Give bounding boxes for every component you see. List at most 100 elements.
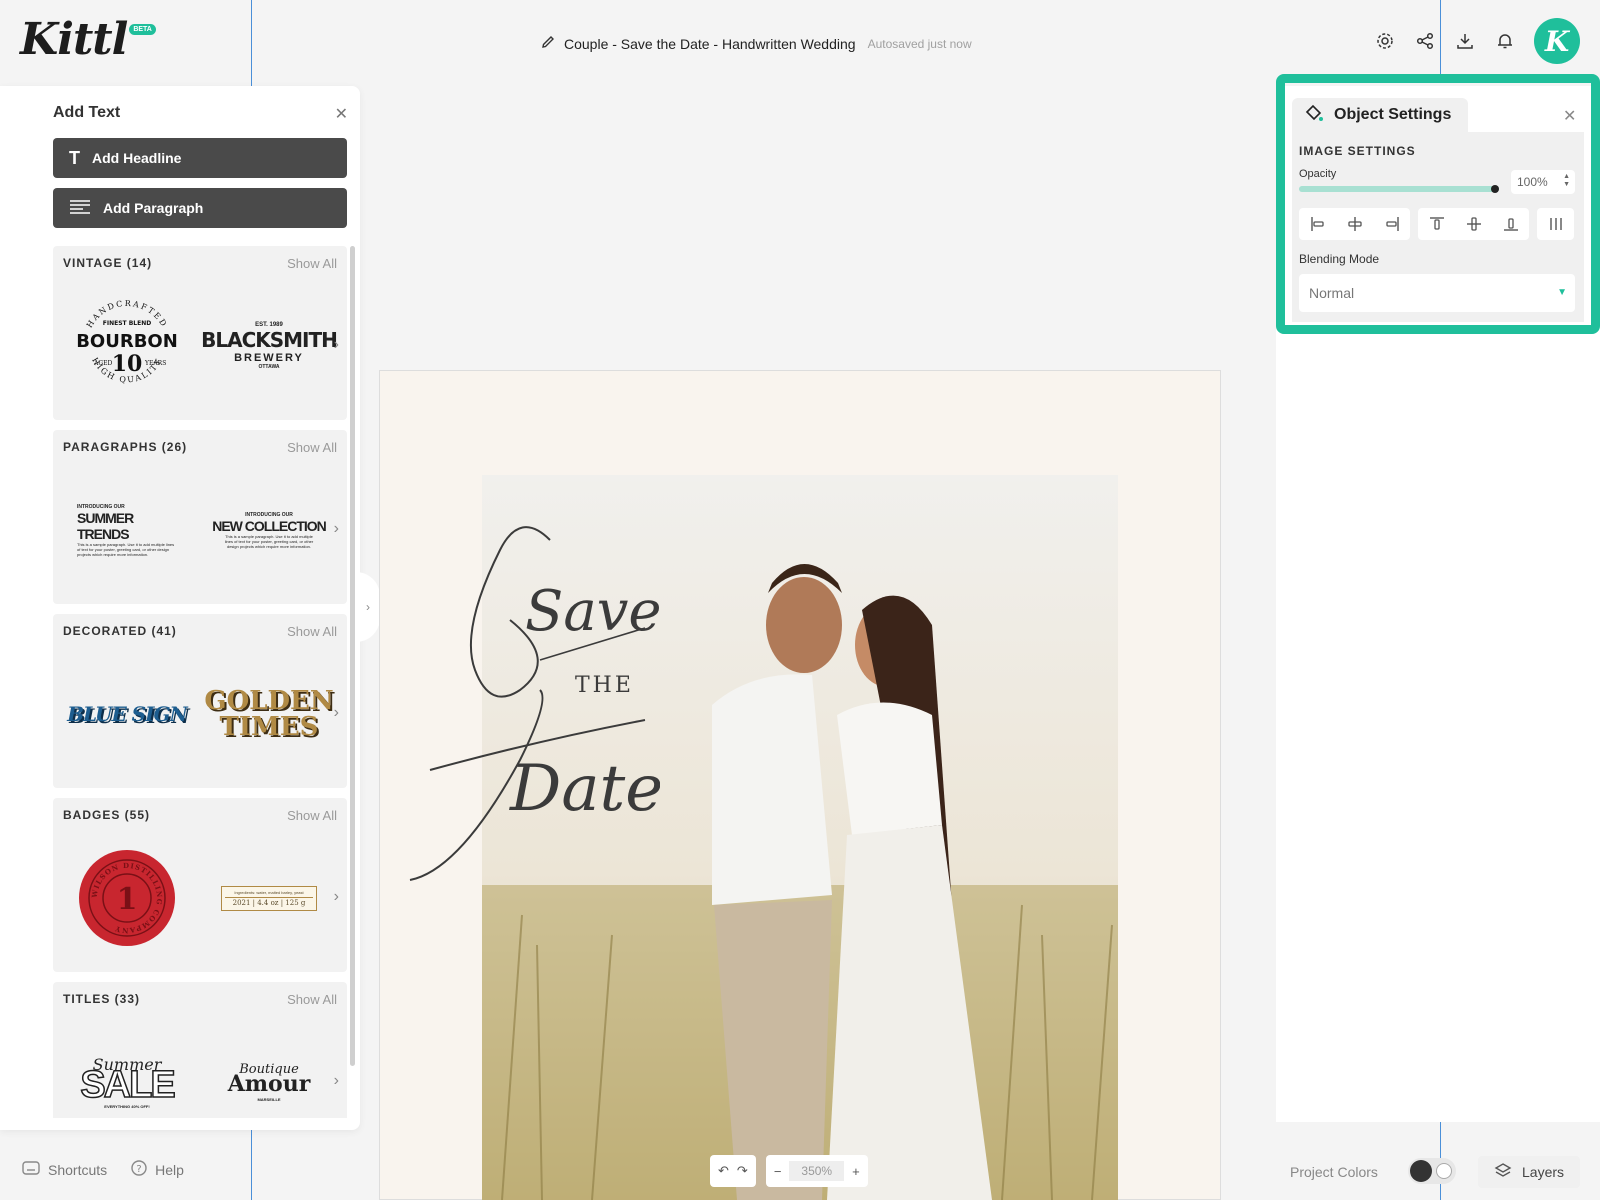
zoom-out-icon[interactable]: −	[774, 1164, 782, 1179]
add-paragraph-button[interactable]: Add Paragraph	[53, 188, 347, 228]
show-all-link[interactable]: Show All	[287, 256, 337, 271]
help-label: Help	[155, 1161, 184, 1178]
collapse-panel-tab[interactable]: ›	[356, 572, 380, 642]
category-badges: BADGES (55) Show All WILSON DISTILLING C…	[53, 798, 347, 972]
category-name: DECORATED (41)	[63, 624, 177, 638]
bottom-left-links: Shortcuts ? Help	[22, 1160, 184, 1179]
object-settings-highlight	[1276, 74, 1600, 334]
document-title-bar[interactable]: Couple - Save the Date - Handwritten Wed…	[540, 34, 972, 53]
chevron-right-icon: ›	[366, 600, 370, 614]
show-all-link[interactable]: Show All	[287, 992, 337, 1007]
autosave-status: Autosaved just now	[867, 36, 972, 51]
decorated-left-title: BLUE SIGN	[67, 702, 188, 726]
bell-icon[interactable]	[1494, 30, 1516, 52]
category-name: VINTAGE (14)	[63, 256, 153, 270]
category-vintage: VINTAGE (14) Show All HANDCRAFTED FINEST…	[53, 246, 347, 420]
badge-right-specs: 2021 | 4.4 oz | 125 g	[225, 896, 313, 907]
keyboard-icon	[22, 1161, 40, 1178]
category-name: PARAGRAPHS (26)	[63, 440, 188, 454]
kittl-logo[interactable]: Kittl BETA	[20, 18, 156, 62]
zoom-controls: ↶ ↷ − 350% +	[710, 1155, 868, 1187]
show-all-link[interactable]: Show All	[287, 440, 337, 455]
decorated-right-line2: TIMES	[219, 712, 319, 742]
shortcuts-label: Shortcuts	[48, 1161, 108, 1178]
guide-line-left	[251, 0, 252, 86]
save-the-date-script[interactable]: Save THE Date	[400, 520, 660, 890]
palette-icon	[1436, 1163, 1452, 1179]
show-all-link[interactable]: Show All	[287, 808, 337, 823]
template-preview[interactable]: BLUE SIGN	[67, 658, 188, 770]
para-right-title: NEW COLLECTION	[212, 517, 327, 534]
layers-icon	[1494, 1162, 1512, 1183]
label-badge-preview: Ingredients: water, malted barley, yeast…	[221, 885, 317, 911]
redo-icon[interactable]: ↷	[737, 1163, 748, 1179]
category-paragraphs: PARAGRAPHS (26) Show All INTRODUCING OUR…	[53, 430, 347, 604]
text-category-list[interactable]: VINTAGE (14) Show All HANDCRAFTED FINEST…	[53, 246, 347, 1118]
layers-label: Layers	[1522, 1164, 1565, 1180]
gear-icon[interactable]	[1374, 30, 1396, 52]
badge-left-number: 1	[117, 882, 138, 917]
template-preview[interactable]: WILSON DISTILLING COMPANY 1	[67, 842, 187, 954]
vintage-right-city: OTTAWA	[258, 364, 280, 370]
help-icon: ?	[131, 1160, 147, 1179]
show-all-link[interactable]: Show All	[287, 624, 337, 639]
toggle-knob	[1410, 1160, 1432, 1182]
guide-line-left-bottom	[251, 1130, 252, 1200]
para-right-body: This is a sample paragraph. Use it to ad…	[224, 533, 314, 549]
template-preview[interactable]: Boutique Amour MARSEILLE	[209, 1026, 329, 1118]
shortcuts-link[interactable]: Shortcuts	[22, 1160, 107, 1179]
titles-left-sub: EVERYTHING 40% OFF!	[104, 1104, 150, 1109]
category-name: BADGES (55)	[63, 808, 151, 822]
add-headline-label: Add Headline	[92, 150, 182, 166]
category-decorated: DECORATED (41) Show All BLUE SIGN GOLDEN…	[53, 614, 347, 788]
template-preview[interactable]: HANDCRAFTED FINEST BLEND BOURBON AGED 10…	[67, 290, 187, 402]
help-link[interactable]: ? Help	[131, 1160, 184, 1179]
history-group: ↶ ↷	[710, 1155, 756, 1187]
add-paragraph-label: Add Paragraph	[103, 200, 204, 216]
project-colors-label: Project Colors	[1290, 1164, 1378, 1180]
zoom-in-icon[interactable]: +	[852, 1164, 860, 1179]
category-titles: TITLES (33) Show All Summer SALE EVERYTH…	[53, 982, 347, 1118]
undo-icon[interactable]: ↶	[718, 1163, 729, 1179]
chevron-right-icon[interactable]: ›	[334, 520, 339, 538]
vintage-left-line3: BOURBON	[76, 331, 178, 352]
add-headline-button[interactable]: T Add Headline	[53, 138, 347, 178]
template-preview[interactable]: Ingredients: water, malted barley, yeast…	[209, 842, 329, 954]
chevron-right-icon[interactable]: ›	[334, 888, 339, 906]
vintage-left-line2: FINEST BLEND	[103, 320, 151, 327]
chevron-right-icon[interactable]: ›	[334, 704, 339, 722]
decorated-right-line1: GOLDEN	[204, 686, 334, 716]
chevron-right-icon[interactable]: ›	[334, 336, 339, 354]
panel-scrollbar[interactable]	[350, 246, 355, 1066]
project-colors-toggle[interactable]	[1408, 1158, 1456, 1184]
pencil-icon	[540, 34, 556, 53]
share-icon[interactable]	[1414, 30, 1436, 52]
paragraph-lines-icon	[69, 199, 91, 218]
beta-badge: BETA	[129, 24, 156, 35]
layers-button[interactable]: Layers	[1478, 1156, 1580, 1188]
vintage-right-title: BLACKSMITH	[201, 328, 338, 352]
template-preview[interactable]: INTRODUCING OUR SUMMER TRENDS This is a …	[67, 474, 187, 586]
template-preview[interactable]: GOLDEN TIMES	[204, 658, 333, 770]
chevron-right-icon[interactable]: ›	[334, 1072, 339, 1090]
template-preview[interactable]: INTRODUCING OUR NEW COLLECTION This is a…	[209, 474, 329, 586]
titles-right-sub: MARSEILLE	[257, 1097, 281, 1102]
vintage-left-line5: 10	[112, 351, 143, 377]
user-avatar[interactable]: K	[1534, 18, 1580, 64]
badge-right-ingredients: Ingredients: water, malted barley, yeast	[234, 889, 304, 895]
titles-right-title: Amour	[227, 1071, 311, 1097]
bourbon-badge-preview: HANDCRAFTED FINEST BLEND BOURBON AGED 10…	[76, 299, 178, 385]
document-name[interactable]: Couple - Save the Date - Handwritten Wed…	[564, 36, 856, 52]
script-line-the: THE	[575, 673, 634, 698]
header-actions: K	[1374, 18, 1580, 64]
zoom-group: − 350% +	[765, 1155, 868, 1187]
titles-left-title: SALE	[80, 1064, 177, 1106]
template-preview[interactable]: EST. 1989 BLACKSMITH BREWERY OTTAWA	[201, 290, 338, 402]
para-left-body: This is a sample paragraph. Use it to ad…	[77, 541, 175, 557]
logo-text: Kittl	[20, 14, 128, 65]
para-left-title: SUMMER TRENDS	[77, 509, 134, 542]
close-icon[interactable]: ✕	[335, 104, 348, 124]
download-icon[interactable]	[1454, 30, 1476, 52]
zoom-level[interactable]: 350%	[789, 1161, 845, 1181]
template-preview[interactable]: Summer SALE EVERYTHING 40% OFF!	[67, 1026, 187, 1118]
